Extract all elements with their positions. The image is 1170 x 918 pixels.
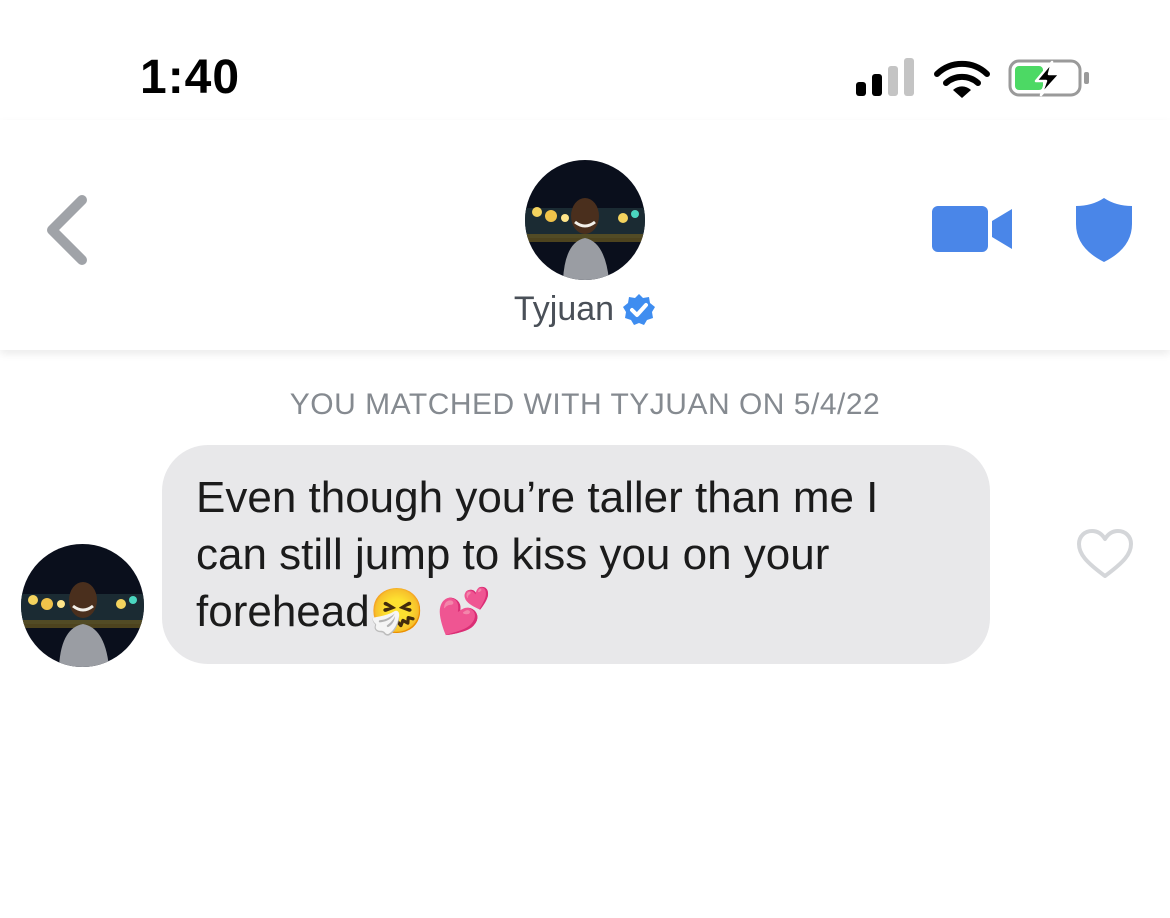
battery-charging-icon: [1008, 59, 1089, 97]
back-chevron-icon[interactable]: [42, 194, 92, 266]
message-text: Even though you’re taller than me I can …: [196, 473, 879, 636]
wifi-icon: [934, 60, 990, 98]
match-name: Tyjuan: [513, 290, 615, 328]
cellular-signal-icon: [856, 58, 914, 96]
video-call-icon[interactable]: [932, 204, 1014, 254]
shield-icon[interactable]: [1074, 196, 1134, 264]
match-date-banner: YOU MATCHED WITH TYJUAN ON 5/4/22: [289, 388, 881, 421]
profile-avatar[interactable]: [525, 160, 645, 280]
verified-badge-icon: [623, 293, 656, 325]
message-bubble[interactable]: Even though you’re taller than me I can …: [162, 445, 990, 664]
sender-avatar[interactable]: [21, 544, 144, 667]
status-time: 1:40: [140, 51, 241, 104]
match-name-row[interactable]: Tyjuan: [0, 290, 1170, 329]
chat-header: Tyjuan: [0, 120, 1170, 350]
like-heart-icon[interactable]: [1076, 528, 1134, 580]
